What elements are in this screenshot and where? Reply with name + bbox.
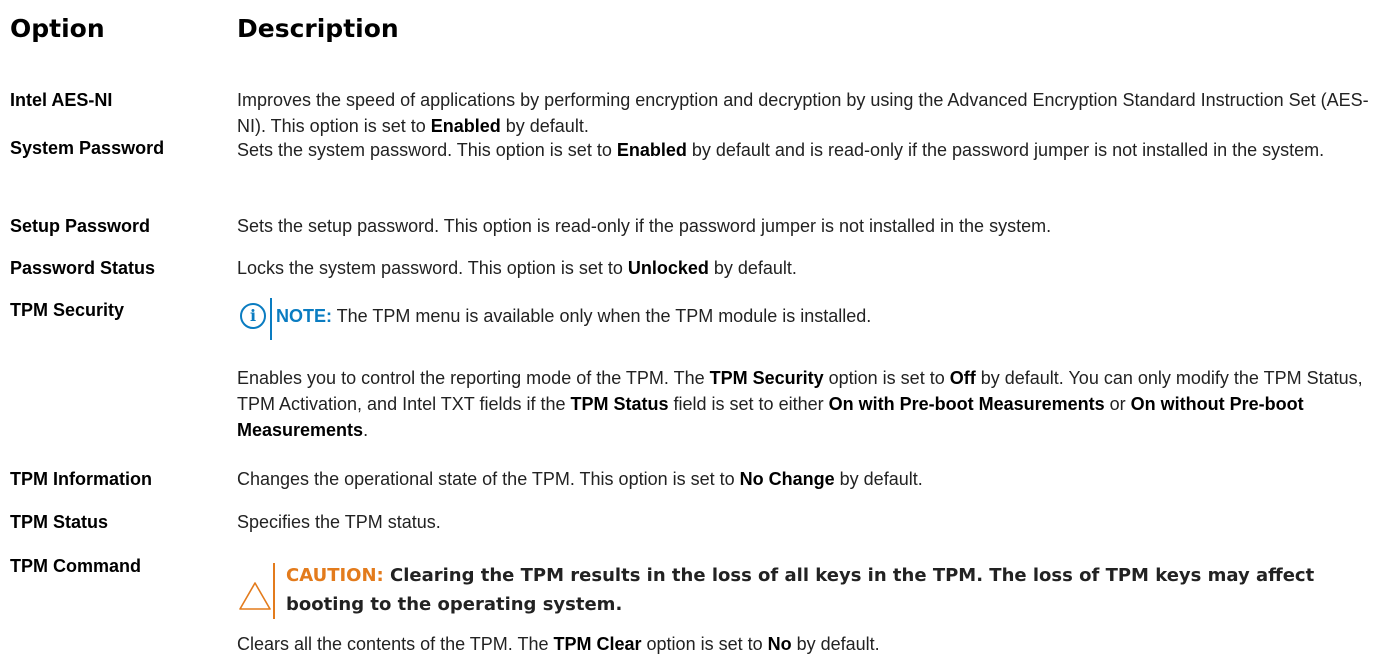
emphasized-value: TPM Clear	[553, 634, 642, 654]
option-description: Sets the setup password. This option is …	[237, 213, 1377, 239]
option-name: TPM Security	[10, 300, 125, 320]
emphasized-value: Unlocked	[627, 258, 709, 278]
emphasized-value: TPM Security	[709, 368, 824, 388]
option-name: System Password	[10, 138, 165, 158]
option-description: Specifies the TPM status.	[237, 509, 1377, 535]
option-name: Setup Password	[10, 216, 151, 236]
description-text: Improves the speed of applications by pe…	[237, 90, 1369, 136]
caution-text: Clearing the TPM results in the loss of …	[286, 565, 1315, 615]
emphasized-value: No	[767, 634, 792, 654]
emphasized-value: Off	[949, 368, 976, 388]
option-name: TPM Command	[10, 556, 142, 576]
option-name: Password Status	[10, 258, 156, 278]
description-text: Sets the system password. This option is…	[237, 140, 617, 160]
option-description: Locks the system password. This option i…	[237, 255, 1377, 281]
option-description: Improves the speed of applications by pe…	[237, 87, 1377, 139]
option-name: TPM Status	[10, 512, 109, 532]
description-text: Specifies the TPM status.	[237, 512, 441, 532]
description-text: Changes the operational state of the TPM…	[237, 469, 740, 489]
description-text: by default.	[791, 634, 880, 654]
note-text: The TPM menu is available only when the …	[332, 306, 872, 326]
option-name: TPM Information	[10, 469, 152, 489]
emphasized-value: On with Pre-boot Measurements	[828, 394, 1105, 414]
description-text: Enables you to control the reporting mod…	[237, 368, 710, 388]
description-column-header: Description	[237, 14, 399, 43]
emphasized-value: Enabled	[616, 140, 687, 160]
note-callout: NOTE: The TPM menu is available only whe…	[276, 303, 871, 329]
caution-divider	[273, 563, 275, 619]
description-text: option is set to	[823, 368, 950, 388]
description-text: or	[1104, 394, 1131, 414]
description-text: Clears all the contents of the TPM. The	[237, 634, 554, 654]
description-text: field is set to either	[668, 394, 829, 414]
emphasized-value: TPM Status	[570, 394, 669, 414]
option-description: Clears all the contents of the TPM. The …	[237, 631, 1377, 657]
option-description: Sets the system password. This option is…	[237, 137, 1377, 163]
option-column-header: Option	[10, 14, 105, 43]
emphasized-value: Enabled	[430, 116, 501, 136]
caution-triangle-icon	[239, 582, 271, 610]
option-name: Intel AES-NI	[10, 90, 113, 110]
option-description: Enables you to control the reporting mod…	[237, 365, 1377, 443]
description-text: by default.	[708, 258, 797, 278]
emphasized-value: No Change	[739, 469, 835, 489]
info-icon: i	[240, 303, 266, 329]
description-text: by default and is read-only if the passw…	[686, 140, 1325, 160]
note-divider	[270, 298, 272, 340]
note-label: NOTE:	[276, 306, 332, 326]
caution-callout: CAUTION: Clearing the TPM results in the…	[286, 561, 1376, 619]
caution-label: CAUTION:	[286, 565, 384, 586]
description-text: by default.	[500, 116, 589, 136]
description-text: Locks the system password. This option i…	[237, 258, 628, 278]
option-description: Changes the operational state of the TPM…	[237, 466, 1377, 492]
description-text: Sets the setup password. This option is …	[237, 216, 1052, 236]
description-text: .	[363, 420, 369, 440]
description-text: by default.	[834, 469, 923, 489]
description-text: option is set to	[641, 634, 768, 654]
